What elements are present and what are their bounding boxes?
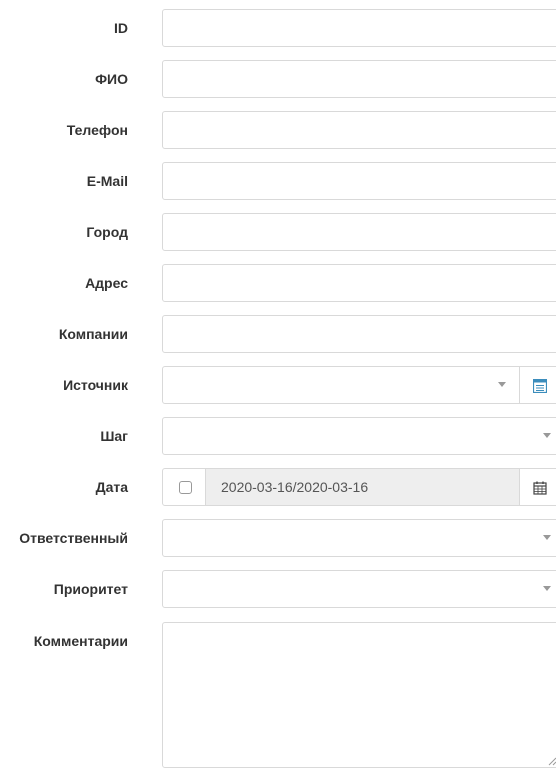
step-row: Шаг (0, 417, 556, 455)
address-input[interactable] (162, 264, 556, 302)
source-list-button[interactable] (519, 366, 556, 404)
address-label: Адрес (85, 275, 128, 291)
fio-row: ФИО (0, 60, 556, 98)
city-input[interactable] (162, 213, 556, 251)
email-input[interactable] (162, 162, 556, 200)
companies-label: Компании (58, 326, 128, 342)
id-input[interactable] (162, 9, 556, 47)
address-row: Адрес (0, 264, 556, 302)
source-row: Источник (0, 366, 556, 404)
phone-input[interactable] (162, 111, 556, 149)
date-row: Дата 2020-03-16/2020-03-16 (0, 468, 556, 506)
date-range-input[interactable]: 2020-03-16/2020-03-16 (205, 468, 520, 506)
source-select[interactable] (162, 366, 520, 404)
list-icon (533, 379, 547, 393)
responsible-label: Ответственный (19, 530, 128, 546)
email-label: E-Mail (86, 173, 128, 189)
responsible-select[interactable] (162, 519, 556, 557)
responsible-row: Ответственный (0, 519, 556, 557)
id-row: ID (0, 9, 556, 47)
chevron-down-icon (543, 535, 551, 540)
date-label: Дата (95, 479, 128, 495)
chevron-down-icon (498, 382, 506, 387)
companies-row: Компании (0, 315, 556, 353)
date-enable-checkbox-wrapper (162, 468, 206, 506)
comments-textarea[interactable] (162, 622, 556, 768)
resize-handle-icon[interactable] (547, 756, 556, 766)
phone-label: Телефон (66, 122, 128, 138)
fio-input[interactable] (162, 60, 556, 98)
email-row: E-Mail (0, 162, 556, 200)
phone-row: Телефон (0, 111, 556, 149)
companies-input[interactable] (162, 315, 556, 353)
priority-select[interactable] (162, 570, 556, 608)
date-enable-checkbox[interactable] (179, 481, 192, 494)
priority-row: Приоритет (0, 570, 556, 608)
priority-label: Приоритет (53, 581, 128, 597)
date-calendar-button[interactable] (519, 468, 556, 506)
city-row: Город (0, 213, 556, 251)
source-label: Источник (63, 377, 128, 393)
chevron-down-icon (543, 433, 551, 438)
city-label: Город (86, 224, 128, 240)
fio-label: ФИО (95, 71, 128, 87)
chevron-down-icon (543, 586, 551, 591)
id-label: ID (114, 20, 128, 36)
comments-label: Комментарии (33, 633, 128, 649)
step-label: Шаг (100, 428, 128, 444)
step-select[interactable] (162, 417, 556, 455)
calendar-icon (533, 481, 547, 495)
